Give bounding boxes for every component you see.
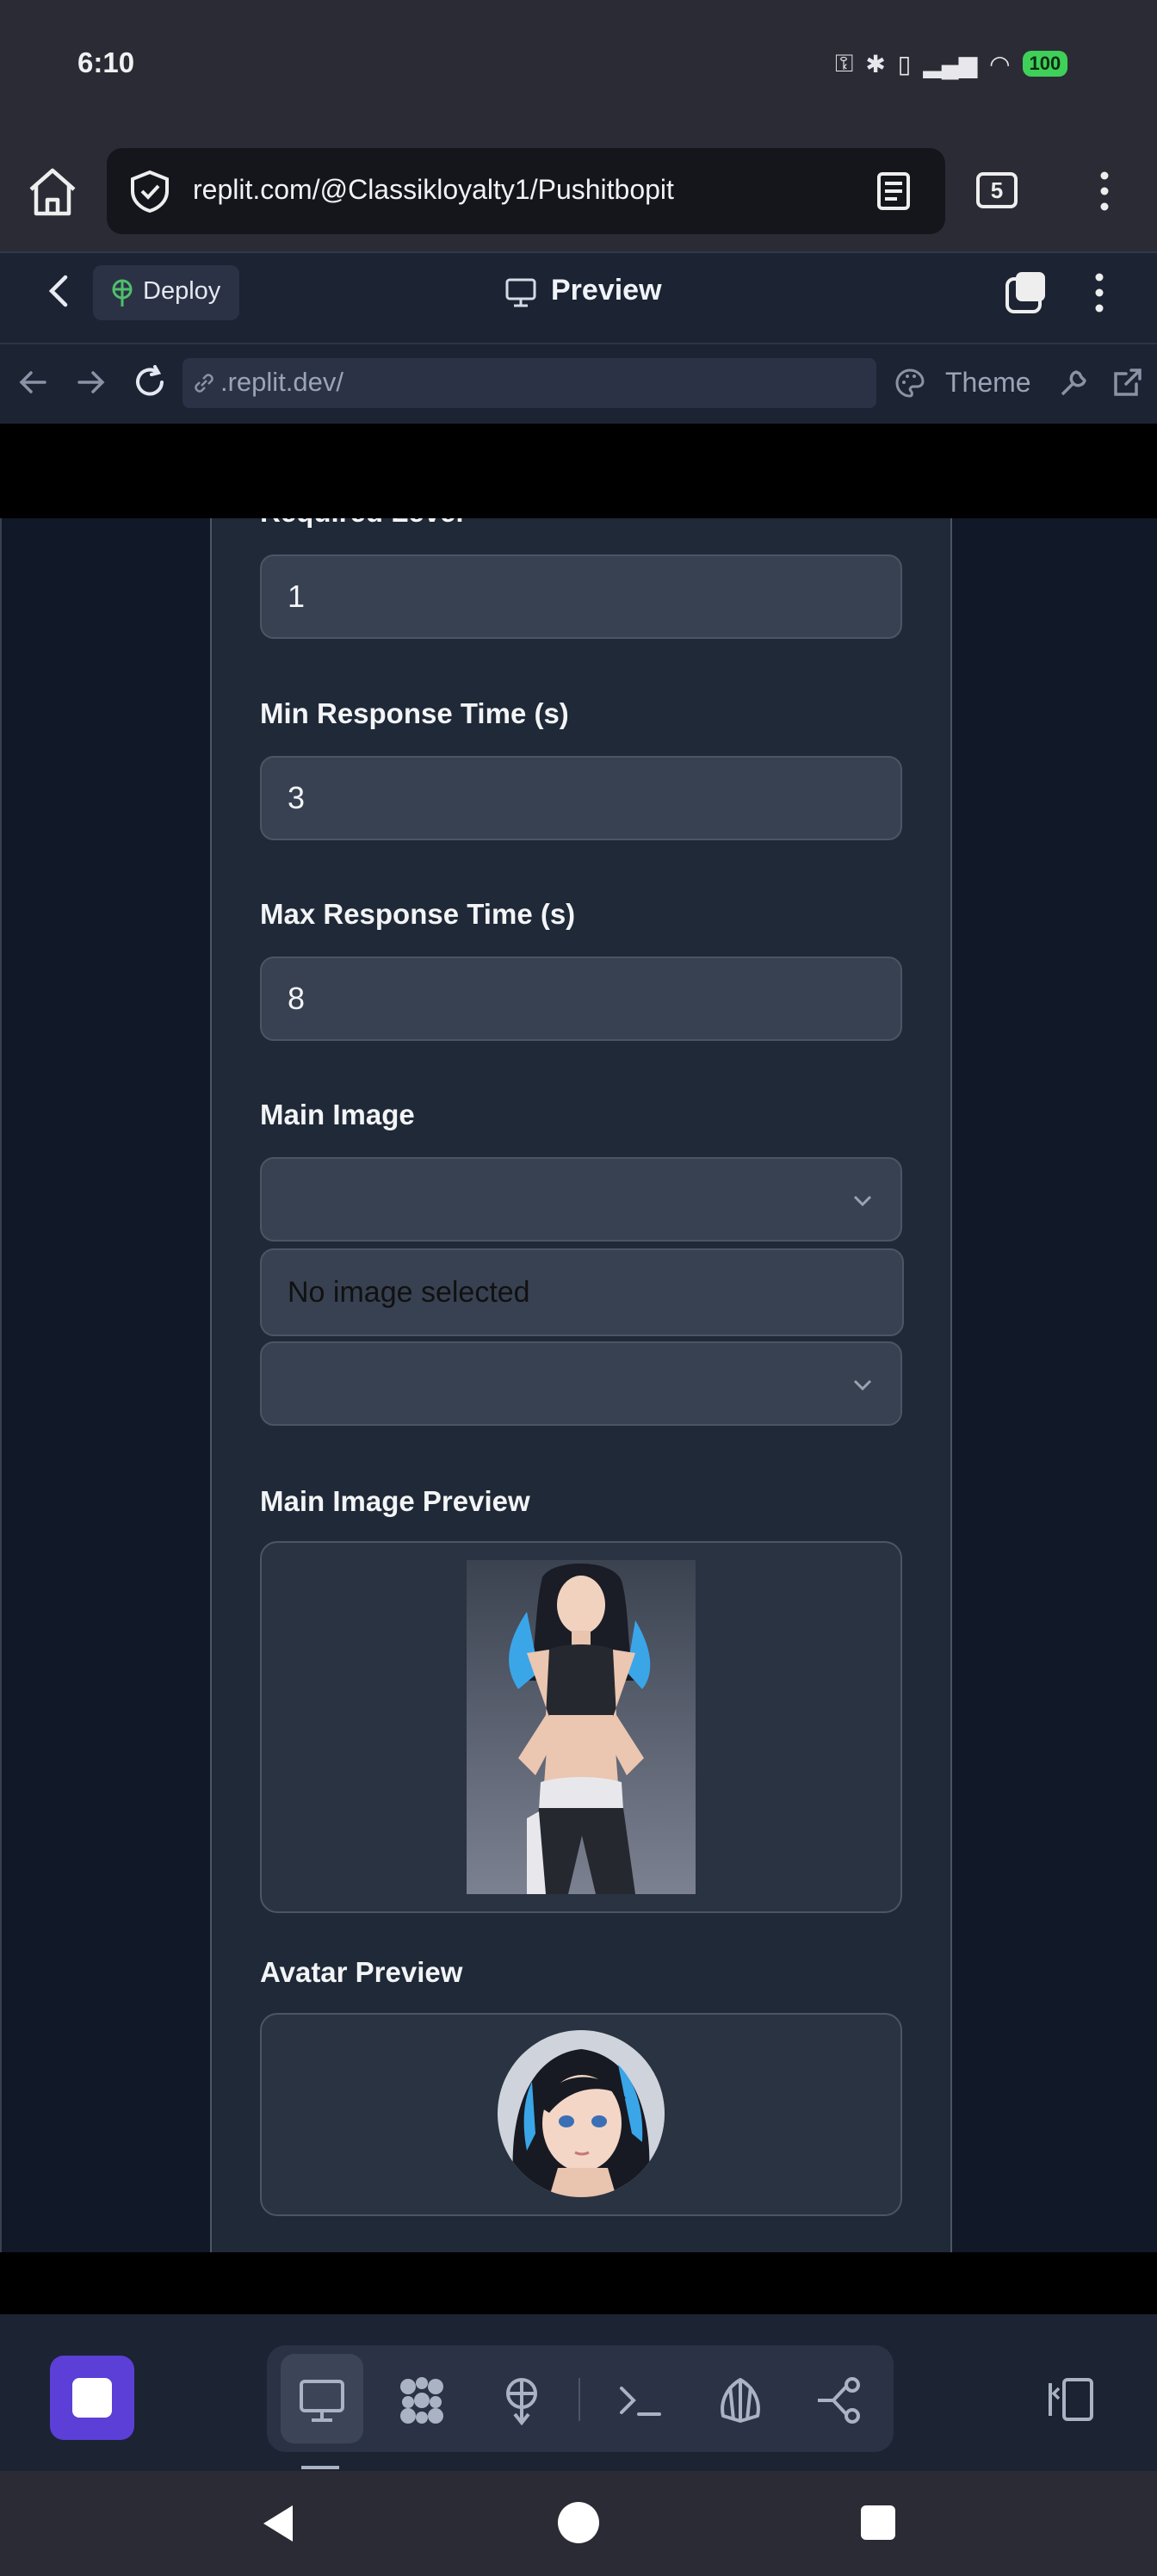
arrow-right-icon[interactable] (74, 365, 108, 399)
deploy-icon (107, 277, 138, 308)
min-response-input[interactable]: 3 (260, 756, 902, 840)
android-home-icon[interactable] (558, 2502, 599, 2543)
battery-icon: 100 (1022, 51, 1068, 77)
packages-icon[interactable] (396, 2375, 448, 2426)
android-back-icon[interactable] (258, 2502, 298, 2545)
reload-icon[interactable] (131, 363, 169, 401)
wifi-icon: ◠ (989, 50, 1011, 77)
main-image-preview-label: Main Image Preview (260, 1485, 530, 1517)
preview-title: Preview (551, 274, 662, 307)
shell-icon[interactable] (615, 2375, 666, 2426)
avatar-preview-label: Avatar Preview (260, 1956, 463, 1988)
main-image-preview (467, 1560, 696, 1894)
palette-icon[interactable] (894, 367, 926, 399)
tool-divider (578, 2378, 580, 2421)
deploy-label[interactable]: Deploy (143, 277, 220, 306)
min-response-label: Min Response Time (s) (260, 697, 569, 729)
chevron-down-icon (851, 1188, 875, 1212)
key-icon: ⚿ (835, 49, 854, 77)
no-image-field: No image selected (260, 1248, 904, 1336)
tab-count-button[interactable]: 5 (976, 172, 1018, 208)
chevron-down-icon (851, 1372, 875, 1396)
panel-toggle-icon[interactable] (1045, 2376, 1097, 2423)
active-tool-indicator (301, 2466, 339, 2469)
status-icons: ⚿ ✱ ▯ ▂▄▆ ◠ 100 (835, 46, 1068, 81)
monitor-icon[interactable] (296, 2375, 348, 2426)
arrow-left-icon[interactable] (15, 365, 50, 399)
avatar (498, 2030, 665, 2197)
secondary-image-select[interactable] (260, 1341, 902, 1426)
theme-button-label[interactable]: Theme (945, 367, 1031, 399)
signal-icon: ▂▄▆ (923, 50, 978, 77)
browser-menu-icon[interactable] (1092, 169, 1117, 214)
wrench-icon[interactable] (1057, 365, 1092, 399)
app-top-bar (0, 424, 1157, 518)
external-link-icon[interactable] (1111, 365, 1145, 399)
monitor-icon (504, 277, 537, 308)
reader-mode-icon[interactable] (871, 169, 916, 214)
replit-menu-icon[interactable] (1086, 269, 1112, 317)
app-bottom-bar (0, 2252, 1157, 2314)
stop-icon (72, 2378, 112, 2418)
status-time: 6:10 (77, 46, 135, 78)
bluetooth-icon: ✱ (865, 50, 886, 77)
url-text[interactable]: replit.com/@Classikloyalty1/Pushitbopit (193, 174, 674, 206)
git-icon[interactable] (814, 2375, 866, 2426)
main-image-label: Main Image (260, 1099, 415, 1130)
vibrate-icon: ▯ (897, 50, 912, 77)
android-recents-icon[interactable] (861, 2505, 895, 2540)
max-response-input[interactable]: 8 (260, 957, 902, 1041)
shield-icon[interactable] (127, 169, 172, 214)
agent-icon[interactable] (715, 2375, 766, 2426)
tabs-squares-icon[interactable] (1004, 270, 1049, 315)
back-chevron-icon[interactable] (43, 272, 74, 310)
home-icon[interactable] (24, 164, 81, 220)
max-response-label: Max Response Time (s) (260, 898, 576, 930)
required-level-input[interactable]: 1 (260, 554, 902, 639)
main-image-select[interactable] (260, 1157, 902, 1242)
preview-address-text[interactable]: .replit.dev/ (220, 367, 343, 398)
link-icon (191, 370, 217, 396)
deployments-icon[interactable] (496, 2375, 548, 2426)
